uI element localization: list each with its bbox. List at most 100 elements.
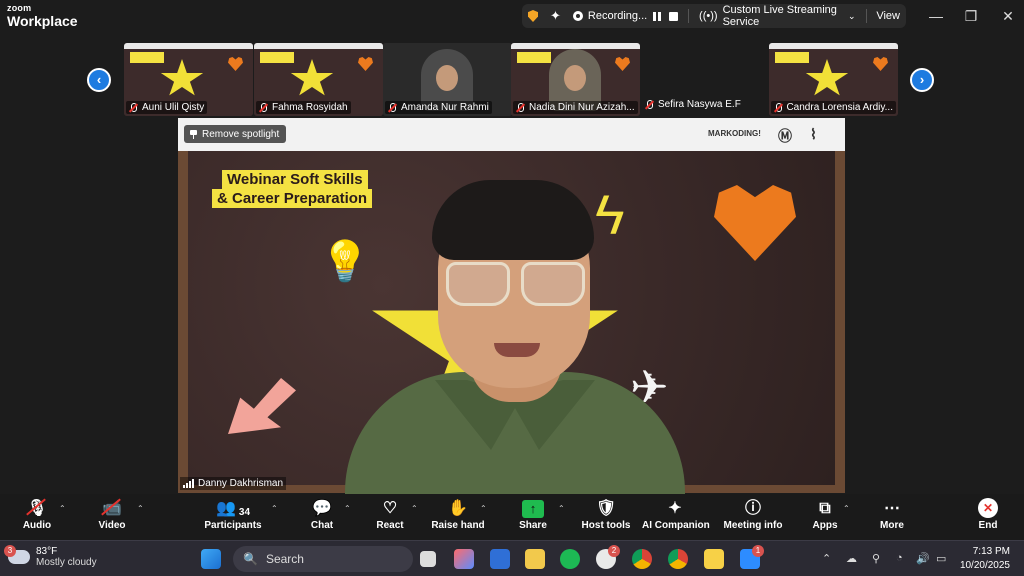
more-icon: ⋯ xyxy=(884,500,900,517)
recording-indicator[interactable]: Recording... xyxy=(567,4,684,28)
volume-icon[interactable]: 🔊 xyxy=(916,552,930,565)
info-icon: ⓘ xyxy=(744,500,761,517)
meeting-toolbar: 🎙 Audio ⌃ 📹 Video ⌃ 👥 34 Participants ⌃ 💬… xyxy=(0,494,1024,540)
partner-logo-icon: Ⓜ xyxy=(778,128,792,144)
sticky-notes-icon[interactable] xyxy=(704,549,724,569)
stop-icon[interactable] xyxy=(669,11,679,21)
video-options-caret-icon[interactable]: ⌃ xyxy=(137,504,144,513)
calendar-app-icon[interactable] xyxy=(490,549,510,569)
participant-name-tag: Fahma Rosyidah xyxy=(256,101,351,114)
microphone-muted-icon: 🎙 xyxy=(26,500,48,517)
muted-mic-icon xyxy=(129,102,137,113)
zoom-app-icon[interactable]: 1 xyxy=(740,545,764,569)
participant-name: Candra Lorensia Ardiy... xyxy=(786,102,893,113)
onedrive-cloud-icon[interactable]: ☁ xyxy=(846,552,857,565)
ai-companion-sparkle-icon: ✦ xyxy=(668,500,682,517)
next-page-arrow-icon[interactable]: › xyxy=(910,68,934,92)
close-button[interactable]: ✕ xyxy=(998,6,1018,26)
slack-icon[interactable]: 2 xyxy=(596,545,620,569)
title-bar: zoom Workplace ✦ Recording... ((•)) Cust… xyxy=(0,0,1024,34)
wifi-icon[interactable]: ◔ xyxy=(896,552,903,564)
video-label: Video xyxy=(98,520,126,531)
raise-hand-options-caret-icon[interactable]: ⌃ xyxy=(480,504,487,513)
zoom-badge: 1 xyxy=(752,545,764,557)
end-label: End xyxy=(978,520,998,531)
cloud-icon: 3 xyxy=(4,545,30,564)
chat-icon: 💬 xyxy=(312,500,332,517)
meeting-info-button[interactable]: ⓘ Meeting info xyxy=(720,494,786,540)
brand-workplace: Workplace xyxy=(7,13,78,29)
participants-button[interactable]: 👥 34 Participants xyxy=(200,494,266,540)
participant-thumbnail[interactable]: Auni Ulil Qisty xyxy=(124,43,253,116)
taskbar-search-box[interactable]: 🔍 Search xyxy=(233,546,413,572)
participants-options-caret-icon[interactable]: ⌃ xyxy=(271,504,278,513)
ai-companion-button[interactable]: ✦ AI Companion xyxy=(642,494,710,540)
divider xyxy=(865,9,867,23)
participant-name-tag: Candra Lorensia Ardiy... xyxy=(771,101,896,114)
ai-sparkle-icon[interactable]: ✦ xyxy=(544,4,567,28)
partner-logo-2-icon: ⌇ xyxy=(810,126,817,142)
share-options-caret-icon[interactable]: ⌃ xyxy=(558,504,565,513)
share-button[interactable]: ↑ Share xyxy=(515,494,551,540)
view-menu-button[interactable]: View xyxy=(870,4,906,28)
raise-hand-button[interactable]: ✋ Raise hand xyxy=(430,494,486,540)
participant-thumbnail[interactable]: Nadia Dini Nur Azizah... xyxy=(511,43,640,116)
more-button[interactable]: ⋯ More xyxy=(874,494,910,540)
ai-companion-label: AI Companion xyxy=(642,520,710,531)
lightning-icon: ϟ xyxy=(595,183,625,246)
participant-name: Fahma Rosyidah xyxy=(272,102,348,113)
system-clock[interactable]: 7:13 PM 10/20/2025 xyxy=(960,545,1010,573)
host-tools-button[interactable]: 🛡 Host tools xyxy=(578,494,634,540)
share-screen-icon: ↑ xyxy=(522,500,544,518)
apps-button[interactable]: ⧉ Apps xyxy=(806,494,844,540)
clock-time: 7:13 PM xyxy=(972,546,1010,557)
speaker-name: Danny Dakhrisman xyxy=(198,478,284,489)
security-shield-icon[interactable] xyxy=(522,4,544,28)
audio-button[interactable]: 🎙 Audio xyxy=(18,494,56,540)
audio-options-caret-icon[interactable]: ⌃ xyxy=(59,504,66,513)
participant-thumbnail[interactable]: Candra Lorensia Ardiy... xyxy=(769,43,898,116)
pause-icon[interactable] xyxy=(653,11,662,21)
participants-label: Participants xyxy=(204,520,262,531)
live-stream-label: Custom Live Streaming Service xyxy=(722,4,837,28)
battery-icon[interactable]: ▭ xyxy=(936,552,946,565)
react-button[interactable]: ♡ React xyxy=(373,494,407,540)
spotify-icon[interactable] xyxy=(560,549,580,569)
maximize-button[interactable]: ❐ xyxy=(961,6,981,26)
remove-spotlight-button[interactable]: Remove spotlight xyxy=(184,125,287,143)
participant-thumbnail[interactable]: Amanda Nur Rahmi xyxy=(383,43,512,116)
slide-title-line1: Webinar Soft Skills xyxy=(222,170,368,189)
minimize-button[interactable]: — xyxy=(926,6,946,26)
chat-button[interactable]: 💬 Chat xyxy=(305,494,339,540)
muted-mic-icon xyxy=(259,102,267,113)
live-stream-icon: ((•)) xyxy=(699,10,718,22)
end-meeting-button[interactable]: ✕ End xyxy=(970,494,1006,540)
heart-react-icon: ♡ xyxy=(382,500,398,517)
video-button[interactable]: 📹 Video xyxy=(94,494,130,540)
shield-icon: 🛡 xyxy=(595,500,617,517)
chrome-profile-icon[interactable] xyxy=(668,549,688,569)
chrome-icon[interactable] xyxy=(632,549,652,569)
participant-thumbnail[interactable]: Sefira Nasywa E.F xyxy=(645,99,741,110)
slide-title-line2: & Career Preparation xyxy=(212,189,373,208)
file-explorer-icon[interactable] xyxy=(525,549,545,569)
apps-options-caret-icon[interactable]: ⌃ xyxy=(843,504,850,513)
windows-taskbar: 3 83°F Mostly cloudy 🔍 Search 2 1 ⌃ ☁ ⚲ xyxy=(0,540,1024,576)
chat-options-caret-icon[interactable]: ⌃ xyxy=(344,504,351,513)
start-windows-icon[interactable] xyxy=(201,549,221,569)
location-icon[interactable]: ⚲ xyxy=(872,552,880,565)
task-view-icon[interactable] xyxy=(420,551,436,567)
react-options-caret-icon[interactable]: ⌃ xyxy=(411,504,418,513)
audio-label: Audio xyxy=(22,520,52,531)
copilot-icon[interactable] xyxy=(454,549,474,569)
react-label: React xyxy=(376,520,404,531)
meeting-status-pill: ✦ Recording... ((•)) Custom Live Streami… xyxy=(522,4,906,28)
search-placeholder: Search xyxy=(265,552,304,566)
participant-thumbnail[interactable]: Fahma Rosyidah xyxy=(254,43,383,116)
previous-page-arrow-icon[interactable]: ‹ xyxy=(87,68,111,92)
live-stream-menu[interactable]: ((•)) Custom Live Streaming Service ⌄ xyxy=(693,4,861,28)
weather-widget[interactable]: 3 83°F Mostly cloudy xyxy=(4,545,97,568)
apps-icon: ⧉ xyxy=(819,500,831,517)
weather-badge: 3 xyxy=(4,545,16,557)
show-hidden-icons-icon[interactable]: ⌃ xyxy=(822,552,831,565)
